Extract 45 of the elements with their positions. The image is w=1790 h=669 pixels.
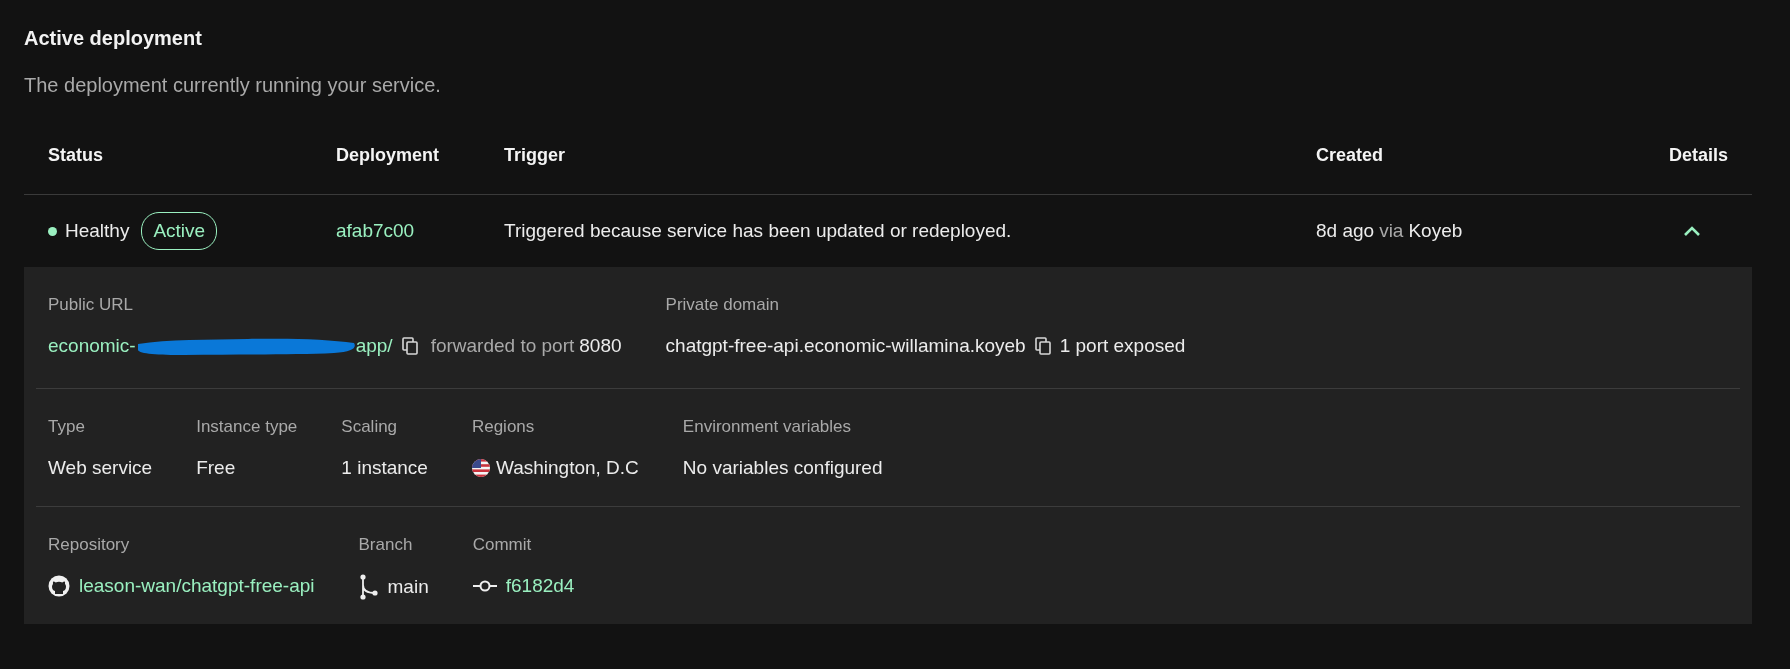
field-value: 1 instance [341, 457, 428, 479]
column-header: Status [48, 145, 104, 166]
field-label: Environment variables [682, 417, 852, 437]
url-link[interactable]: app/ [355, 335, 393, 357]
via-label: via [1379, 220, 1404, 242]
column-header: Details [1668, 145, 1728, 166]
commit-link[interactable]: f6182d4 [505, 575, 575, 597]
column-header: Deployment [336, 145, 441, 166]
deployment-link[interactable]: afab7c00 [336, 220, 415, 242]
ports-note: 1 port exposed [1059, 335, 1186, 357]
section-description: The deployment currently running your service. [24, 74, 441, 97]
copy-icon[interactable] [401, 337, 418, 355]
field-value: No variables configured [682, 457, 883, 479]
column-header: Created [1316, 145, 1385, 166]
field-label: Scaling [341, 417, 398, 437]
trigger-text: Triggered because service has been updated or redeployed. [504, 220, 1012, 242]
forward-note: forwarded to port [430, 335, 575, 357]
github-icon [48, 575, 70, 597]
repository-link[interactable]: leason-wan/chatgpt-free-api [79, 575, 315, 597]
field-label: Regions [471, 417, 535, 437]
field-label: Type [48, 417, 85, 437]
field-value: Web service [48, 457, 153, 479]
url-link[interactable]: economic- [48, 335, 136, 357]
active-badge: Active [141, 212, 218, 250]
field-label: Commit [472, 535, 532, 555]
column-header: Trigger [504, 145, 566, 166]
field-label: Repository [48, 535, 130, 555]
branch-name: main [387, 576, 429, 598]
status-text: Healthy [65, 220, 130, 242]
created-time: 8d ago [1316, 220, 1375, 242]
branch-icon [358, 574, 379, 600]
field-label: Branch [358, 535, 413, 555]
field-label: Instance type [196, 417, 298, 437]
chevron-up-icon [1683, 225, 1701, 237]
region-name: Washington, D.C [495, 457, 639, 479]
port-number: 8080 [579, 335, 622, 357]
flag-icon [471, 459, 490, 477]
domain-text: chatgpt-free-api.economic-willamina.koyeb [665, 335, 1026, 357]
source-name: Koyeb [1408, 220, 1463, 242]
section-title: Active deployment [24, 27, 202, 50]
field-label: Public URL [48, 295, 134, 315]
field-value: Free [196, 457, 236, 479]
commit-icon [472, 579, 497, 593]
field-label: Private domain [665, 295, 779, 315]
copy-icon[interactable] [1034, 337, 1051, 355]
